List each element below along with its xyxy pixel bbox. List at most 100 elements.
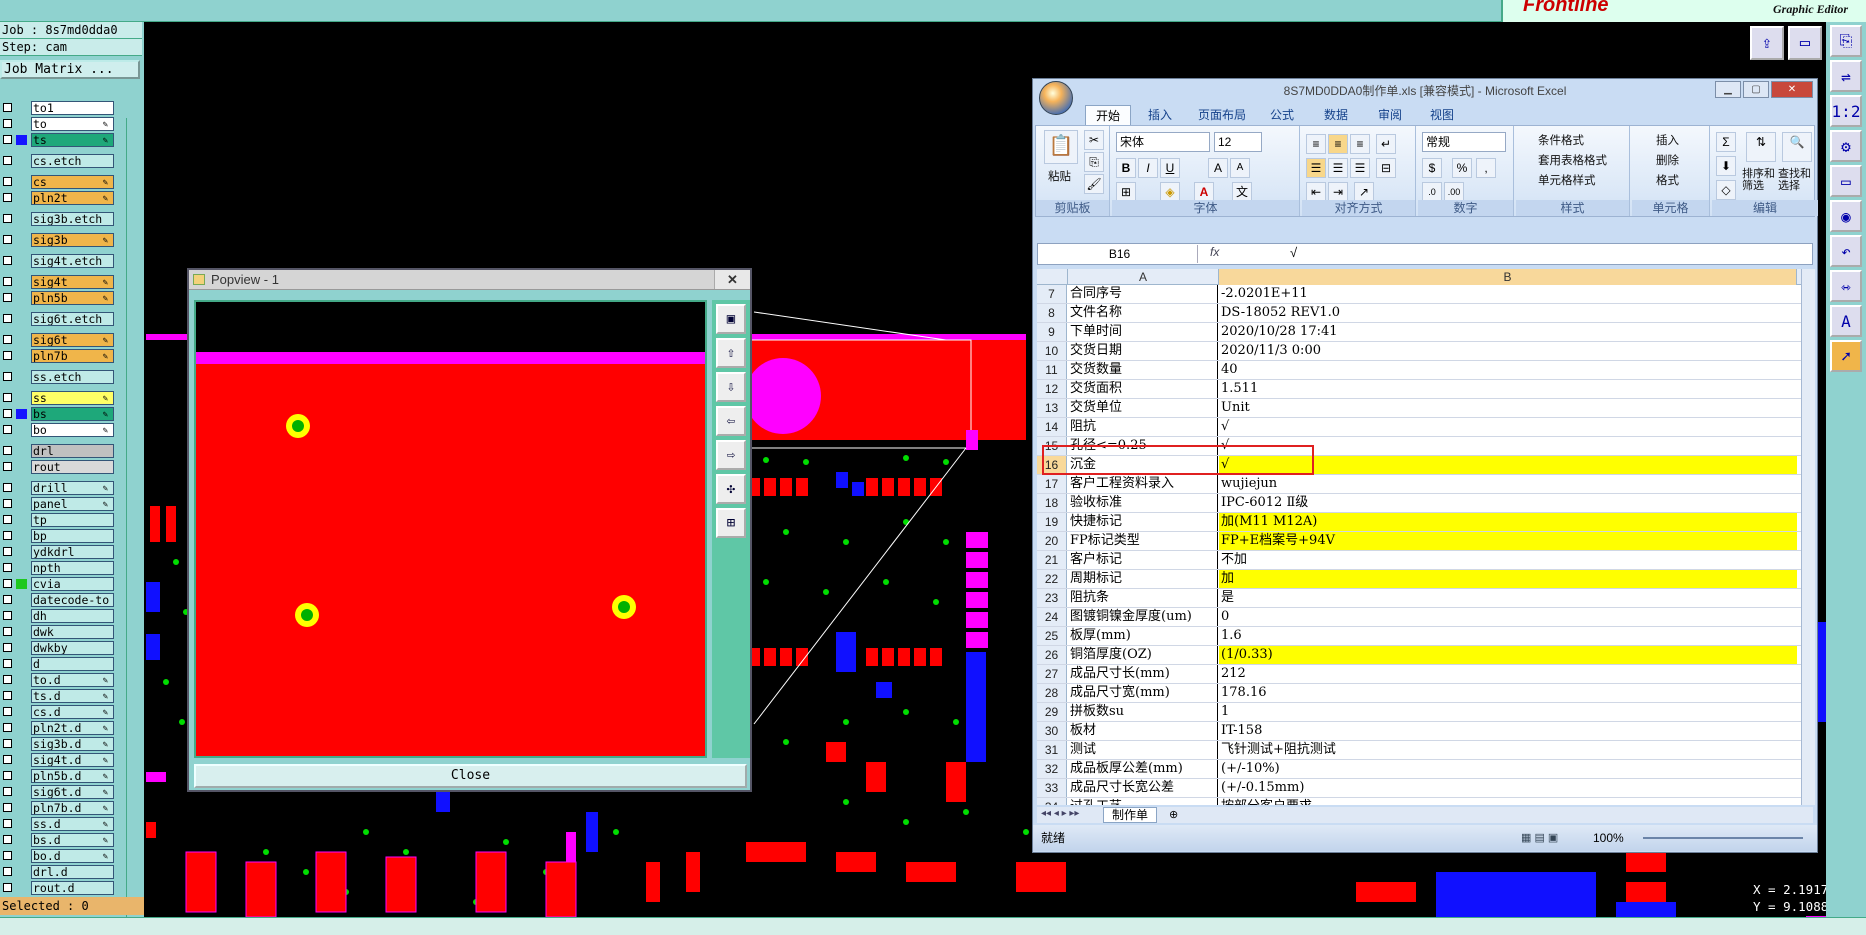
accounting-icon[interactable]: $ (1422, 158, 1442, 178)
layer-checkbox[interactable] (3, 446, 12, 455)
layer-row[interactable]: cs.d ✎ (0, 704, 118, 720)
row-number[interactable]: 15 (1037, 437, 1067, 455)
cell-a[interactable]: 周期标记 (1068, 570, 1218, 588)
zoom-window-icon[interactable]: ▣ (716, 304, 746, 334)
row-number[interactable]: 12 (1037, 380, 1067, 398)
cell-b[interactable]: 1.511 (1219, 380, 1797, 398)
layer-row[interactable]: sig3b.etch (0, 211, 118, 227)
number-format-select[interactable]: 常规 (1422, 132, 1506, 152)
row-number[interactable]: 19 (1037, 513, 1067, 531)
table-row[interactable]: 33 成品尺寸长宽公差 (+/-0.15mm) (1037, 779, 1801, 798)
row-number[interactable]: 27 (1037, 665, 1067, 683)
layer-checkbox[interactable] (3, 563, 12, 572)
fx-icon[interactable]: fx (1210, 245, 1219, 259)
pan-right-icon[interactable]: ⇨ (716, 440, 746, 470)
row-number[interactable]: 9 (1037, 323, 1067, 341)
toolbar-save-icon[interactable]: ⇪ (1750, 26, 1784, 60)
layer-checkbox[interactable] (3, 335, 12, 344)
pan-down-icon[interactable]: ⇩ (716, 372, 746, 402)
layer-row[interactable]: sig6t.etch (0, 311, 118, 327)
layer-row[interactable]: bp (0, 528, 118, 544)
layer-name[interactable]: sig6t ✎ (31, 333, 114, 347)
layer-name[interactable]: bo ✎ (31, 423, 114, 437)
align-bottom-icon[interactable]: ≡ (1350, 134, 1370, 154)
row-number[interactable]: 31 (1037, 741, 1067, 759)
zoom-home-icon[interactable]: ⊞ (716, 508, 746, 538)
zoom-slider[interactable] (1643, 837, 1803, 839)
cell-a[interactable]: 成品尺寸长(mm) (1068, 665, 1218, 683)
cell-a[interactable]: 客户标记 (1068, 551, 1218, 569)
layer-checkbox[interactable] (3, 707, 12, 716)
grow-font-icon[interactable]: A (1208, 158, 1228, 178)
increase-decimal-icon[interactable]: .0 (1422, 182, 1442, 202)
layer-row[interactable]: bo ✎ (0, 422, 118, 438)
row-number[interactable]: 7 (1037, 285, 1067, 303)
row-number[interactable]: 32 (1037, 760, 1067, 778)
layer-row[interactable]: datecode-to (0, 592, 118, 608)
cell-b[interactable]: FP+E档案号+94V (1219, 532, 1797, 550)
table-row[interactable]: 30 板材 IT-158 (1037, 722, 1801, 741)
table-row[interactable]: 19 快捷标记 加(M11 M12A) (1037, 513, 1801, 532)
layer-row[interactable]: pln7b ✎ (0, 348, 118, 364)
sheet-nav-icons[interactable]: ◂◂ ◂ ▸ ▸▸ (1041, 808, 1079, 819)
maximize-icon[interactable]: ▢ (1743, 81, 1769, 98)
sheet-tab-make-order[interactable]: 制作单 (1103, 807, 1158, 823)
tool-ruler-icon[interactable]: ▭ (1830, 165, 1862, 197)
cut-icon[interactable]: ✂ (1084, 130, 1104, 150)
cell-a[interactable]: 快捷标记 (1068, 513, 1218, 531)
sort-filter-icon[interactable]: ⇅ (1746, 132, 1776, 162)
layer-name[interactable]: cs.etch (31, 154, 114, 168)
table-row[interactable]: 15 孔径<=0.25 √ (1037, 437, 1801, 456)
cell-b[interactable]: √ (1219, 418, 1797, 436)
format-as-table-button[interactable]: 套用表格格式 (1538, 152, 1607, 168)
layer-row[interactable]: sig6t.d ✎ (0, 784, 118, 800)
layer-checkbox[interactable] (3, 643, 12, 652)
layer-name[interactable]: ss.d ✎ (31, 817, 114, 831)
paste-label[interactable]: 粘贴 (1048, 168, 1071, 184)
layer-checkbox[interactable] (3, 372, 12, 381)
layer-checkbox[interactable] (3, 883, 12, 892)
cell-a[interactable]: 成品尺寸宽(mm) (1068, 684, 1218, 702)
job-matrix-button[interactable]: Job Matrix ... (0, 60, 140, 79)
layer-name[interactable]: to1 (31, 101, 114, 115)
layer-row[interactable]: cs ✎ (0, 174, 118, 190)
cell-a[interactable]: 交货面积 (1068, 380, 1218, 398)
layer-row[interactable]: to ✎ (0, 116, 118, 132)
cell-a[interactable]: 孔径<=0.25 (1068, 437, 1218, 455)
row-number[interactable]: 13 (1037, 399, 1067, 417)
layer-name[interactable]: cs ✎ (31, 175, 114, 189)
layer-checkbox[interactable] (3, 103, 12, 112)
name-box[interactable]: B16 (1042, 245, 1198, 263)
row-number[interactable]: 28 (1037, 684, 1067, 702)
row-number[interactable]: 25 (1037, 627, 1067, 645)
layer-checkbox[interactable] (3, 595, 12, 604)
layer-name[interactable]: pln2t.d ✎ (31, 721, 114, 735)
table-row[interactable]: 23 阻抗条是 (1037, 589, 1801, 608)
bold-icon[interactable]: B (1116, 158, 1136, 178)
layer-checkbox[interactable] (3, 627, 12, 636)
row-number[interactable]: 21 (1037, 551, 1067, 569)
cell-a[interactable]: 成品板厚公差(mm) (1068, 760, 1218, 778)
cell-b[interactable]: Unit (1219, 399, 1797, 417)
cell-b[interactable]: 1.6 (1219, 627, 1797, 645)
layer-name[interactable]: sig4t ✎ (31, 275, 114, 289)
cell-a[interactable]: 交货日期 (1068, 342, 1218, 360)
table-row[interactable]: 22 周期标记加 (1037, 570, 1801, 589)
tab-home[interactable]: 开始 (1085, 105, 1131, 125)
layer-row[interactable]: ss ✎ (0, 390, 118, 406)
cell-a[interactable]: 下单时间 (1068, 323, 1218, 341)
layer-name[interactable]: cvia (31, 577, 114, 591)
layer-row[interactable]: sig4t.etch (0, 253, 118, 269)
layer-checkbox[interactable] (3, 119, 12, 128)
table-row[interactable]: 12 交货面积 1.511 (1037, 380, 1801, 399)
shrink-font-icon[interactable]: A (1230, 158, 1250, 178)
percent-icon[interactable]: % (1452, 158, 1472, 178)
layer-name[interactable]: pln7b ✎ (31, 349, 114, 363)
layer-name[interactable]: pln7b.d ✎ (31, 801, 114, 815)
tool-graph-icon[interactable]: ⚙ (1830, 130, 1862, 162)
layer-checkbox[interactable] (3, 611, 12, 620)
tab-review[interactable]: 审阅 (1367, 105, 1413, 125)
layer-row[interactable]: bs ✎ (0, 406, 118, 422)
layer-row[interactable]: npth (0, 560, 118, 576)
layer-name[interactable]: tp (31, 513, 114, 527)
